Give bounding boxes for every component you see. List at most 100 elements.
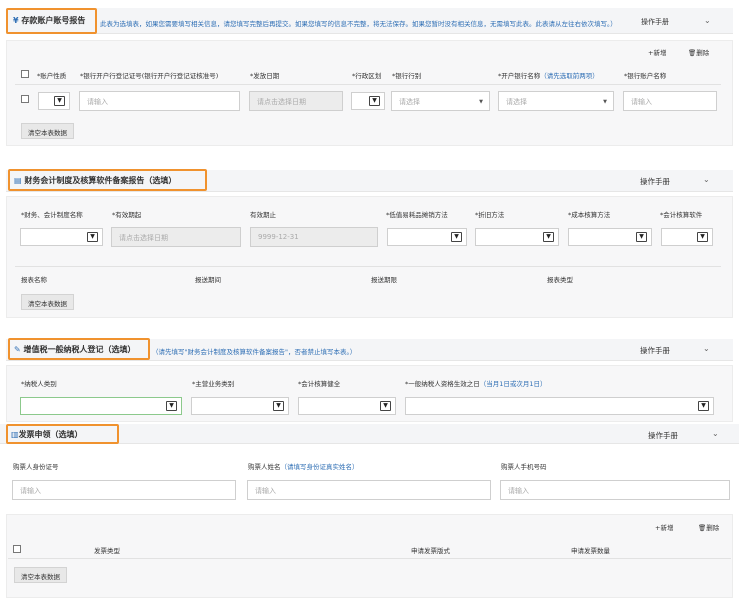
col-report-name: 报表名称	[21, 276, 47, 284]
region-select[interactable]: ▼	[351, 92, 385, 110]
deposit-header-divider	[15, 84, 721, 85]
depreciation-select[interactable]: ▼	[475, 228, 559, 246]
accounting-title: ▤ 财务会计制度及核算软件备案报告（选填）	[14, 175, 176, 186]
chevron-down-icon: ▼	[698, 401, 709, 411]
main-business-select[interactable]: ▼	[191, 397, 289, 415]
col-main-business: *主营业务类别	[192, 380, 235, 388]
chevron-down-icon: ▼	[87, 232, 98, 242]
vat-title-text: 增值税一般纳税人登记（选填）	[23, 345, 136, 354]
valid-from-input[interactable]: 请点击选择日期	[111, 227, 241, 247]
taxpayer-type-select[interactable]: ▼	[20, 397, 182, 415]
accounting-clear-button[interactable]: 清空本表数据	[21, 294, 74, 310]
col-bank-name-label: *开户银行名称	[498, 72, 541, 80]
issue-date-input[interactable]: 请点击选择日期	[249, 91, 343, 111]
effective-date-select[interactable]: ▼	[405, 397, 714, 415]
buyer-phone-input[interactable]: 请输入	[500, 480, 730, 500]
chevron-down-icon: ▼	[479, 99, 483, 105]
buyer-id-input[interactable]: 请输入	[12, 480, 236, 500]
col-effective-date: *一般纳税人资格生效之日（当月1日或次月1日）	[405, 378, 547, 388]
chevron-down-icon[interactable]: ⌄	[703, 344, 710, 353]
col-bank-name-hint: （请先选取前两项）	[540, 72, 599, 80]
invoice-delete-label: 删除	[706, 524, 720, 532]
chevron-down-icon: ▼	[369, 96, 380, 106]
bank-name-select[interactable]: 请选择 ▼	[498, 91, 614, 111]
bank-name-placeholder: 请选择	[506, 98, 527, 106]
deposit-delete-label: 删除	[696, 49, 710, 57]
col-account-type: *账户性质	[37, 72, 67, 80]
col-taxpayer-type: *纳税人类别	[21, 380, 57, 388]
buyer-name-hint: （请填写身份证真实姓名）	[280, 463, 359, 471]
report-table-top-divider	[15, 266, 721, 267]
chevron-down-icon[interactable]: ⌄	[703, 175, 710, 184]
accounting-manual-link[interactable]: 操作手册	[640, 176, 670, 187]
bank-type-placeholder: 请选择	[399, 98, 420, 106]
chevron-down-icon: ▼	[54, 96, 65, 106]
buyer-name-label: 购票人姓名（请填写身份证真实姓名）	[248, 461, 359, 471]
chevron-down-icon: ▼	[273, 401, 284, 411]
col-effective-date-hint: （当月1日或次月1日）	[479, 380, 547, 388]
col-cost-method: *成本核算方法	[568, 211, 611, 219]
col-effective-date-label: *一般纳税人资格生效之日	[405, 380, 480, 388]
deposit-add-button[interactable]: +新增	[648, 47, 666, 57]
valid-to-input: 9999-12-31	[250, 227, 378, 247]
col-bank-name: *开户银行名称（请先选取前两项）	[498, 70, 599, 80]
deposit-row-checkbox[interactable]	[21, 95, 29, 103]
chevron-down-icon: ▼	[451, 232, 462, 242]
vat-manual-link[interactable]: 操作手册	[640, 345, 670, 356]
invoice-delete-button[interactable]: 🗑删除	[698, 522, 719, 532]
bank-type-select[interactable]: 请选择 ▼	[391, 91, 490, 111]
accounting-title-text: 财务会计制度及核算软件备案报告（选填）	[24, 176, 177, 185]
chevron-down-icon: ▼	[166, 401, 177, 411]
bank-license-input[interactable]: 请输入	[79, 91, 240, 111]
chevron-down-icon: ▼	[697, 232, 708, 242]
col-account-name: *银行账户名称	[624, 72, 667, 80]
col-accounting-name: *财务、会计制度名称	[21, 211, 83, 219]
buyer-phone-label: 购票人手机号码	[501, 463, 547, 471]
col-accounting-sound: *会计核算健全	[298, 380, 341, 388]
cost-method-select[interactable]: ▼	[568, 228, 652, 246]
col-software: *会计核算软件	[660, 211, 703, 219]
edit-icon: ✎	[14, 345, 21, 354]
buyer-name-label-text: 购票人姓名	[248, 463, 281, 471]
col-region: *行政区划	[352, 72, 382, 80]
col-report-period: 报送期间	[195, 276, 221, 284]
chevron-down-icon[interactable]: ⌄	[704, 16, 711, 25]
col-amortization: *低值易耗品摊销方法	[386, 211, 448, 219]
col-invoice-type: 发票类型	[94, 547, 120, 555]
invoice-header-divider	[8, 558, 731, 559]
invoice-clear-button[interactable]: 清空本表数据	[14, 567, 67, 583]
col-valid-to: 有效期止	[250, 211, 276, 219]
invoice-manual-link[interactable]: 操作手册	[648, 430, 678, 441]
deposit-delete-button[interactable]: 🗑删除	[688, 47, 709, 57]
chevron-down-icon: ▼	[380, 401, 391, 411]
account-name-input[interactable]: 请输入	[623, 91, 717, 111]
chevron-down-icon[interactable]: ⌄	[712, 429, 719, 438]
col-invoice-quantity: 申请发票数量	[571, 547, 610, 555]
col-report-deadline: 报送期限	[371, 276, 397, 284]
deposit-select-all-checkbox[interactable]	[21, 70, 29, 78]
invoice-table-body	[6, 514, 733, 598]
deposit-hint: 此表为选填表，如果您需要填写相关信息，请您填写完整后再提交。如果您填写的信息不完…	[100, 20, 617, 28]
deposit-title-text: 存款账户账号报告	[21, 16, 86, 25]
invoice-title-text: 发票申领（选填）	[18, 430, 83, 439]
chevron-down-icon: ▼	[543, 232, 554, 242]
account-type-select[interactable]: ▼	[38, 92, 70, 110]
col-invoice-format: 申请发票版式	[411, 547, 450, 555]
deposit-title: ¥ 存款账户账号报告	[13, 15, 85, 26]
deposit-add-label: 新增	[653, 49, 667, 57]
amortization-select[interactable]: ▼	[387, 228, 467, 246]
col-report-type: 报表类型	[547, 276, 573, 284]
accounting-sound-select[interactable]: ▼	[298, 397, 396, 415]
col-issue-date: *发放日期	[250, 72, 280, 80]
chevron-down-icon: ▼	[636, 232, 647, 242]
deposit-manual-link[interactable]: 操作手册	[641, 17, 669, 27]
invoice-select-all-checkbox[interactable]	[13, 545, 21, 553]
buyer-name-input[interactable]: 请输入	[247, 480, 491, 500]
invoice-add-button[interactable]: +新增	[655, 522, 673, 532]
deposit-clear-button[interactable]: 清空本表数据	[21, 123, 74, 139]
col-valid-from: *有效期起	[112, 211, 142, 219]
accounting-name-select[interactable]: ▼	[20, 228, 103, 246]
software-select[interactable]: ▼	[661, 228, 713, 246]
chevron-down-icon: ▼	[603, 99, 607, 105]
vat-hint: （请先填写"财务会计制度及核算软件备案报告"，否者禁止填写本表。）	[152, 348, 357, 356]
